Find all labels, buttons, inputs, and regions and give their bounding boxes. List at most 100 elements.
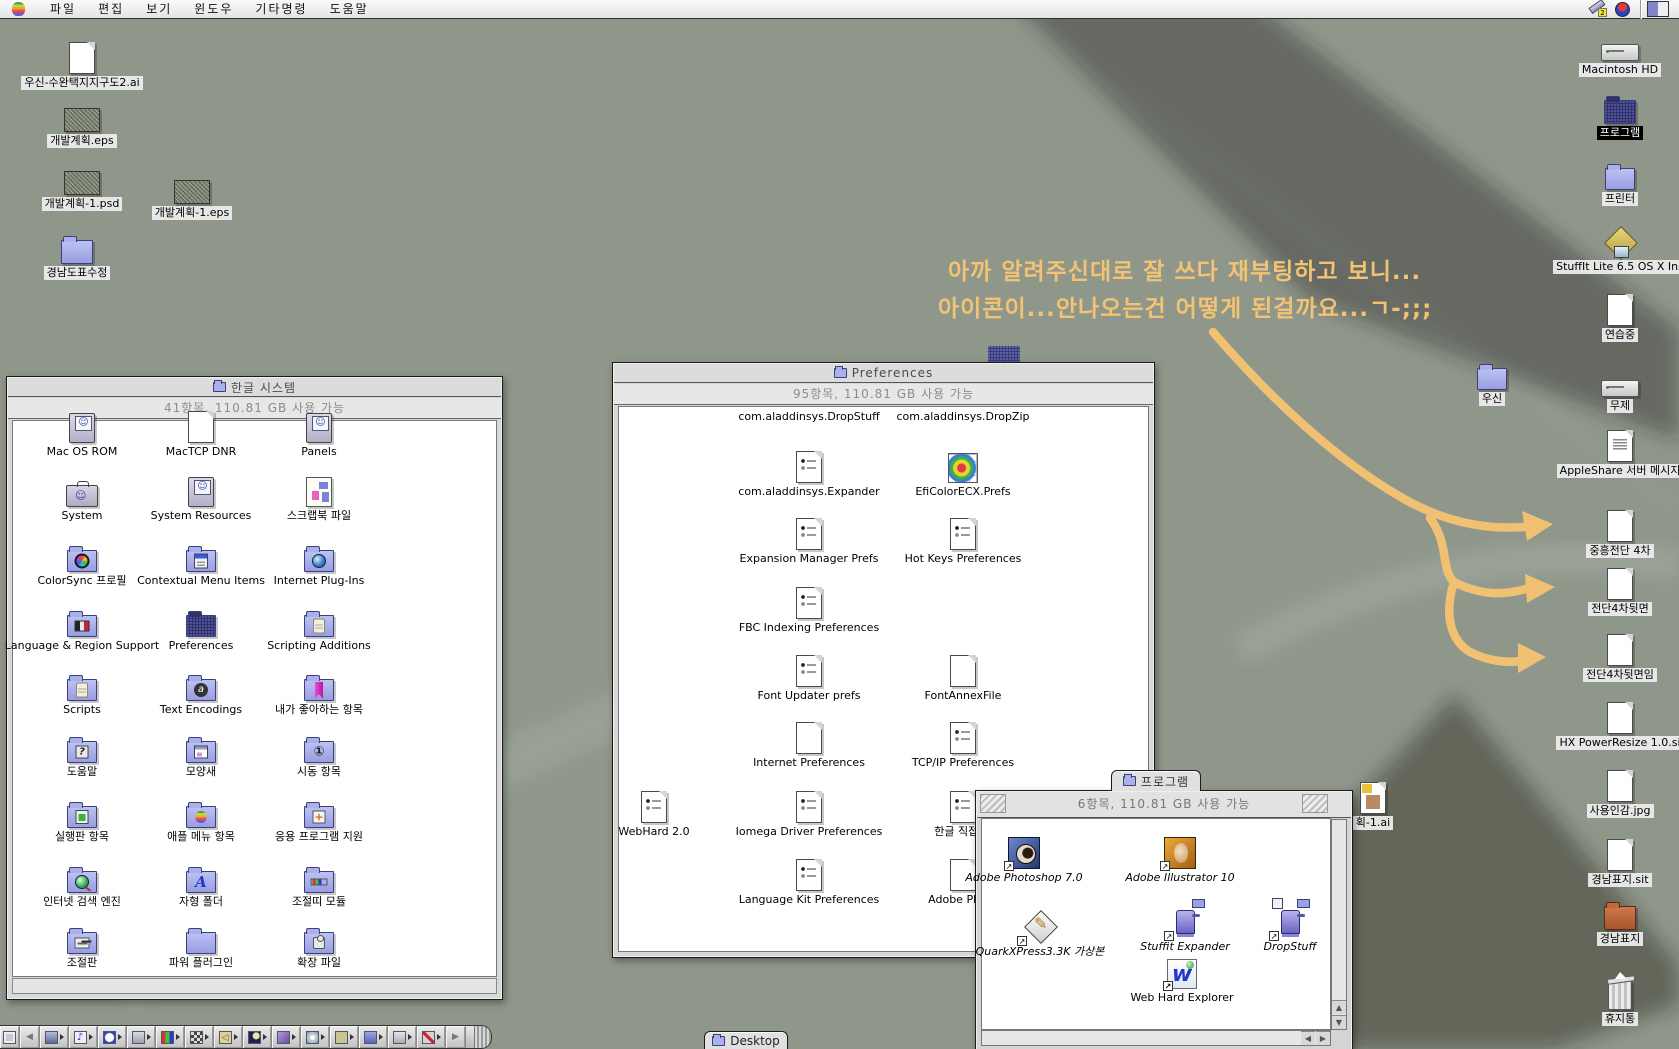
desktop-icon-stuffit-lite[interactable]: StuffIt Lite 6.5 OS X Ins <box>1550 226 1679 274</box>
desktop-icon-eps-file[interactable]: 개발계획.eps <box>12 108 152 148</box>
clock-icon[interactable] <box>1615 2 1630 17</box>
file-item[interactable]: FBC Indexing Preferences <box>734 585 884 634</box>
file-item[interactable]: 내가 좋아하는 항목 <box>260 667 378 716</box>
control-strip[interactable]: ◀ ♪ ◁ ▶ <box>0 1025 492 1049</box>
file-sharing-module[interactable] <box>359 1026 388 1048</box>
end-cap[interactable] <box>474 1026 491 1048</box>
desktop-icon-eps2-file[interactable]: 개발계획-1.eps <box>122 180 262 220</box>
drag-grip-left[interactable] <box>980 794 1006 813</box>
file-item[interactable]: ↗QuarkXPress3.3K 가상본 <box>960 909 1120 958</box>
file-item[interactable]: TCP/IP Preferences <box>888 720 1038 769</box>
file-item[interactable]: 확장 파일 <box>260 920 378 969</box>
file-item[interactable]: System Resources <box>142 473 260 522</box>
collapse-handle[interactable] <box>0 1026 20 1048</box>
file-item[interactable]: ↗Adobe Photoshop 7.0 <box>949 835 1099 884</box>
file-item[interactable]: w↗Web Hard Explorer <box>1107 955 1257 1004</box>
file-item[interactable]: Contextual Menu Items <box>142 538 260 587</box>
clock-module[interactable] <box>98 1026 127 1048</box>
finder-icon[interactable] <box>1647 1 1669 17</box>
scroll-down-button[interactable]: ▼ <box>1332 1015 1346 1029</box>
file-item[interactable]: Scripts <box>23 667 141 716</box>
desktop-icon-flyer4-back2-doc[interactable]: 전단4차뒷면임 <box>1550 634 1679 682</box>
desktop-icon-wooshin-folder[interactable]: 우신 <box>1422 368 1562 406</box>
file-item[interactable]: Language Kit Preferences <box>734 857 884 906</box>
file-item[interactable]: 실행판 항목 <box>23 794 141 843</box>
scroll-right-arrow[interactable]: ▶ <box>446 1026 466 1048</box>
desktop-icon-powerresize-doc[interactable]: HX PowerResize 1.0.si <box>1550 702 1679 750</box>
desktop-icon-ai-file[interactable]: 우신-수완택지지구도2.ai <box>12 42 152 90</box>
file-item[interactable]: com.aladdinsys.Expander <box>734 449 884 498</box>
file-item[interactable]: Scripting Additions <box>260 603 378 652</box>
printer-module[interactable] <box>388 1026 417 1048</box>
desktop-pattern-module[interactable] <box>185 1026 214 1048</box>
menu-help[interactable]: 도움말 <box>319 0 380 19</box>
desktop-icon-trash[interactable]: 휴지통 <box>1550 980 1679 1026</box>
file-item[interactable]: 조절띠 모듈 <box>260 859 378 908</box>
file-item[interactable]: FontAnnexFile <box>888 653 1038 702</box>
file-item[interactable]: Expansion Manager Prefs <box>734 516 884 565</box>
desktop-icon-appleshare-doc[interactable]: AppleShare 서버 메시지 <box>1550 430 1679 478</box>
color-depth-module[interactable] <box>156 1026 185 1048</box>
file-item[interactable]: 인터넷 검색 엔진 <box>23 859 141 908</box>
menu-edit[interactable]: 편집 <box>87 0 135 19</box>
drag-grip-right[interactable] <box>1302 794 1328 813</box>
scroll-right-button[interactable]: ▶ <box>1316 1031 1330 1045</box>
window-titlebar[interactable]: 한글 시스템 <box>8 378 501 397</box>
file-item[interactable]: 모양새 <box>142 729 260 778</box>
file-item[interactable]: ↗DropStuff <box>1215 904 1365 953</box>
apple-menu-icon[interactable] <box>12 2 25 16</box>
pencil-input-icon[interactable]: 2 <box>1587 2 1607 17</box>
file-item[interactable]: ↗Adobe Illustrator 10 <box>1105 835 1255 884</box>
desktop-icon-printer-folder[interactable]: 프린터 <box>1550 168 1679 206</box>
cd-audio-module[interactable] <box>301 1026 330 1048</box>
file-item[interactable]: Panels <box>260 409 378 458</box>
file-item[interactable]: com.aladdinsys.DropStuff <box>734 408 884 423</box>
desktop-icon-flyer4-back-doc[interactable]: 전단4차뒷면 <box>1550 568 1679 616</box>
file-item[interactable]: A자형 폴더 <box>142 859 260 908</box>
menu-commands[interactable]: 기타명령 <box>244 0 318 19</box>
file-item[interactable]: 파워 플러그인 <box>142 920 260 969</box>
desktop-icon-untitled-drive[interactable]: 무제 <box>1550 380 1679 413</box>
desktop-popup-tab[interactable]: Desktop <box>704 1031 788 1049</box>
file-item[interactable]: Hot Keys Preferences <box>888 516 1038 565</box>
file-item[interactable]: Iomega Driver Preferences <box>734 789 884 838</box>
file-item[interactable]: 조절판 <box>23 920 141 969</box>
menu-window[interactable]: 윈도우 <box>183 0 244 19</box>
file-item[interactable]: Internet Plug-Ins <box>260 538 378 587</box>
display-module[interactable] <box>40 1026 69 1048</box>
horizontal-scrollbar[interactable] <box>12 978 497 994</box>
menu-file[interactable]: 파일 <box>39 0 87 19</box>
desktop-icon-practice-doc[interactable]: 연습중 <box>1550 294 1679 342</box>
file-item[interactable]: 애플 메뉴 항목 <box>142 794 260 843</box>
popup-tab[interactable]: 프로그램 <box>1111 770 1201 791</box>
file-item[interactable]: System <box>23 473 141 522</box>
desktop-icon-cover-folder[interactable]: 경남표지 <box>1550 906 1679 946</box>
file-item[interactable]: Language & Region Support <box>23 603 141 652</box>
desktop-icon-flyer4-doc[interactable]: 중흥전단 4차 <box>1550 510 1679 558</box>
window-titlebar[interactable]: Preferences <box>614 364 1153 383</box>
file-item[interactable]: ?도움말 <box>23 729 141 778</box>
sound-source-module[interactable] <box>127 1026 156 1048</box>
scroll-up-button[interactable]: ▲ <box>1332 1000 1346 1014</box>
cd-music-module[interactable]: ♪ <box>69 1026 98 1048</box>
scroll-left-arrow[interactable]: ◀ <box>20 1026 40 1048</box>
file-item[interactable]: MacTCP DNR <box>142 409 260 458</box>
file-item[interactable]: EfiColorECX.Prefs <box>888 449 1038 498</box>
file-item[interactable]: aText Encodings <box>142 667 260 716</box>
file-exchange-module[interactable] <box>417 1026 446 1048</box>
energy-saver-module[interactable] <box>243 1026 272 1048</box>
menu-view[interactable]: 보기 <box>135 0 183 19</box>
desktop-icon-macintosh-hd[interactable]: Macintosh HD <box>1550 44 1679 77</box>
desktop-icon-seal-jpg[interactable]: 사용인감.jpg <box>1550 770 1679 818</box>
file-item[interactable]: WebHard 2.0 <box>579 789 729 838</box>
file-item[interactable]: ①시동 항목 <box>260 729 378 778</box>
window-program[interactable]: 프로그램 6항목, 110.81 GB 사용 가능 ▲ ▼ ◀ ▶ ↗Adobe… <box>975 790 1353 1049</box>
file-item[interactable]: Mac OS ROM <box>23 409 141 458</box>
file-item[interactable]: Internet Preferences <box>734 720 884 769</box>
file-item[interactable]: ColorSync 프로필 <box>23 538 141 587</box>
file-item[interactable]: Font Updater prefs <box>734 653 884 702</box>
window-hangul-system[interactable]: 한글 시스템 41항목, 110.81 GB 사용 가능 Mac OS ROM … <box>6 376 503 1000</box>
file-item[interactable]: +응용 프로그램 지원 <box>260 794 378 843</box>
desktop-icon-program-folder[interactable]: 프로그램 <box>1550 100 1679 140</box>
file-item[interactable]: Preferences <box>142 603 260 652</box>
